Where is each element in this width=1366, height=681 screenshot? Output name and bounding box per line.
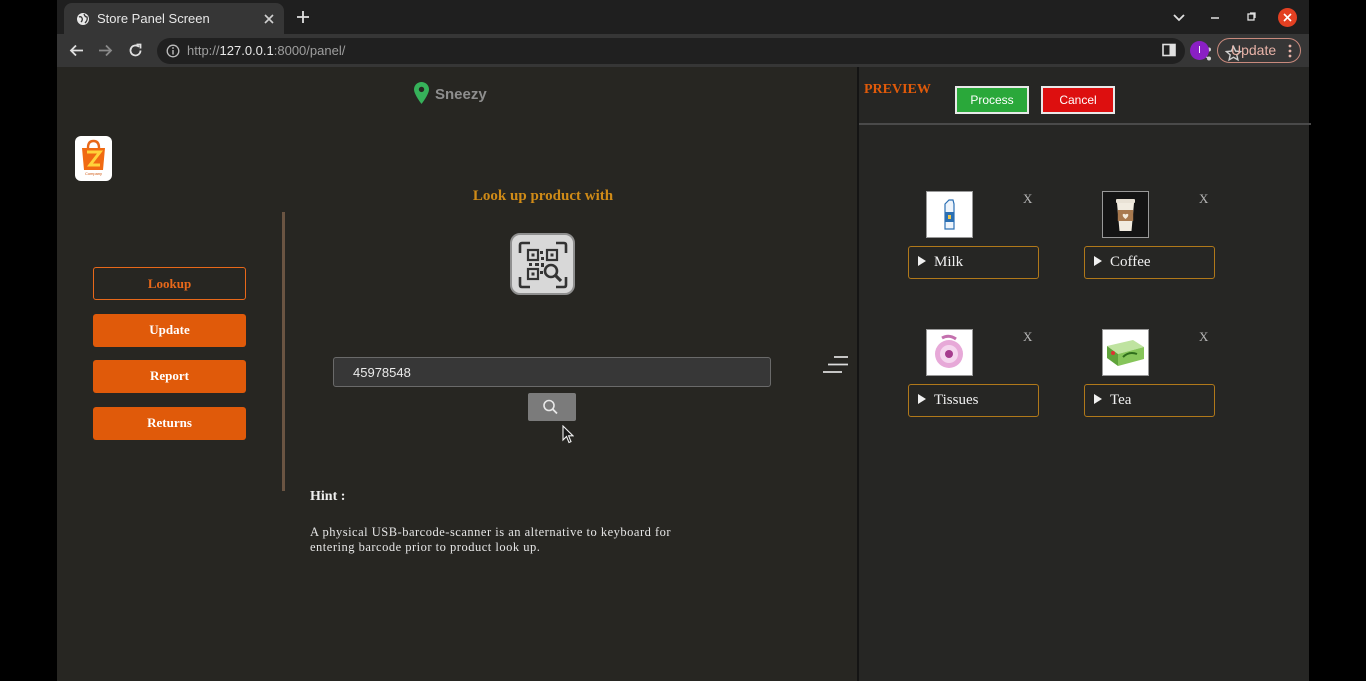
tab-title: Store Panel Screen	[97, 11, 210, 26]
minimize-icon[interactable]	[1207, 9, 1223, 25]
returns-button[interactable]: Returns	[93, 407, 246, 440]
reload-icon[interactable]	[127, 42, 144, 59]
company-logo: Company	[75, 136, 112, 181]
disclosure-triangle-icon	[918, 256, 926, 266]
back-arrow-icon[interactable]	[68, 42, 85, 59]
profile-avatar[interactable]: I	[1190, 41, 1209, 60]
remove-item-button[interactable]: X	[1023, 329, 1032, 345]
item-details-toggle[interactable]: Milk	[908, 246, 1039, 279]
disclosure-triangle-icon	[1094, 256, 1102, 266]
preview-item-tea: X Tea	[1084, 329, 1224, 419]
lookup-title: Look up product with	[472, 188, 614, 204]
hint-text: A physical USB-barcode-scanner is an alt…	[310, 525, 672, 554]
url-path: :8000/panel/	[273, 43, 346, 58]
search-icon	[543, 399, 558, 415]
item-details-toggle[interactable]: Tissues	[908, 384, 1039, 417]
remove-item-button[interactable]: X	[1199, 191, 1208, 207]
address-bar[interactable]: http://127.0.0.1:8000/panel/	[157, 38, 1242, 64]
remove-item-button[interactable]: X	[1199, 329, 1208, 345]
preview-title: PREVIEW	[864, 82, 931, 97]
preview-panel: PREVIEW Process Cancel X Milk X Coffee X…	[857, 67, 1311, 681]
cancel-button[interactable]: Cancel	[1041, 86, 1115, 114]
window-close-button[interactable]	[1278, 8, 1297, 27]
milk-carton-icon	[944, 199, 955, 230]
forward-arrow-icon[interactable]	[97, 42, 114, 59]
new-tab-plus-icon[interactable]	[295, 9, 311, 25]
url-text: http://127.0.0.1:8000/panel/	[187, 43, 345, 58]
item-details-toggle[interactable]: Coffee	[1084, 246, 1215, 279]
hint-title: Hint :	[310, 489, 346, 504]
process-button[interactable]: Process	[955, 86, 1029, 114]
browser-toolbar: http://127.0.0.1:8000/panel/ I Update	[57, 34, 1309, 67]
product-thumbnail	[926, 329, 973, 376]
store-name: Sneezy	[435, 86, 487, 103]
tea-box-icon	[1107, 340, 1144, 366]
store-panel-page: Sneezy Company Lookup Update Report Retu…	[57, 67, 1311, 681]
item-name: Milk	[934, 254, 964, 270]
barcode-input[interactable]	[333, 357, 771, 387]
shopping-bag-logo-icon	[82, 139, 105, 170]
preview-item-milk: X Milk	[908, 191, 1048, 281]
tab-search-chevron-icon[interactable]	[1171, 9, 1187, 25]
update-button[interactable]: Update	[93, 314, 246, 347]
close-icon	[1283, 13, 1292, 22]
url-host: 127.0.0.1	[219, 43, 274, 58]
logo-caption: Company	[84, 171, 103, 176]
update-label: Update	[1231, 42, 1277, 58]
tab-strip: Store Panel Screen	[57, 0, 1309, 34]
side-panel-icon[interactable]	[1161, 42, 1177, 58]
preview-header: PREVIEW Process Cancel	[859, 67, 1311, 125]
preview-item-tissues: X Tissues	[908, 329, 1048, 419]
search-button[interactable]	[528, 393, 576, 421]
mouse-pointer-icon	[562, 425, 574, 444]
kebab-menu-icon	[1288, 44, 1292, 58]
browser-tab[interactable]: Store Panel Screen	[64, 3, 284, 34]
restore-icon[interactable]	[1243, 9, 1259, 25]
vertical-divider	[282, 212, 285, 491]
product-thumbnail	[926, 191, 973, 238]
item-name: Tea	[1110, 392, 1132, 408]
browser-update-button[interactable]: Update	[1217, 38, 1301, 63]
item-name: Tissues	[934, 392, 979, 408]
tab-close-icon[interactable]	[262, 12, 276, 26]
lookup-button[interactable]: Lookup	[93, 267, 246, 300]
url-scheme: http://	[187, 43, 220, 58]
disclosure-triangle-icon	[1094, 394, 1102, 404]
product-thumbnail	[1102, 191, 1149, 238]
item-details-toggle[interactable]: Tea	[1084, 384, 1215, 417]
tissue-roll-icon	[935, 334, 963, 368]
qr-code-search-icon	[518, 241, 568, 289]
preview-toggle-menu-icon[interactable]	[822, 356, 849, 373]
report-button[interactable]: Report	[93, 360, 246, 393]
coffee-cup-icon	[1116, 199, 1135, 231]
preview-item-coffee: X Coffee	[1084, 191, 1224, 281]
product-thumbnail	[1102, 329, 1149, 376]
browser-window: Store Panel Screen http://127.0.0.1:8000…	[57, 0, 1311, 681]
location-pin-icon	[414, 82, 429, 104]
disclosure-triangle-icon	[918, 394, 926, 404]
remove-item-button[interactable]: X	[1023, 191, 1032, 207]
globe-icon	[77, 13, 89, 25]
item-name: Coffee	[1110, 254, 1151, 270]
qr-scan-button[interactable]	[510, 233, 575, 295]
site-info-icon[interactable]	[166, 44, 180, 58]
